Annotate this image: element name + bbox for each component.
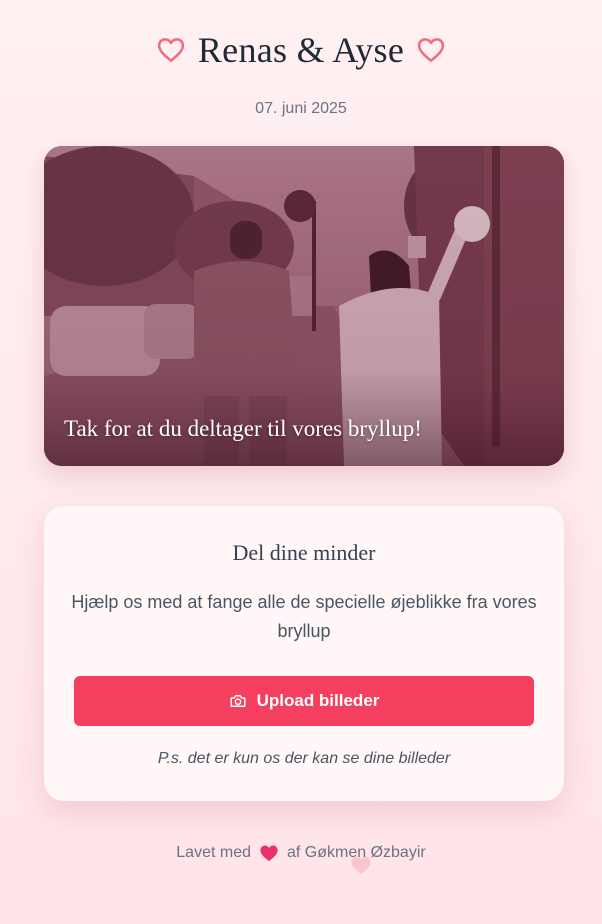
- hero-caption: Tak for at du deltager til vores bryllup…: [64, 416, 422, 441]
- floating-heart-icon: [350, 855, 372, 875]
- footer-prefix: Lavet med: [176, 844, 251, 861]
- hero-photo: Tak for at du deltager til vores bryllup…: [44, 146, 564, 466]
- privacy-note: P.s. det er kun os der kan se dine bille…: [157, 750, 451, 767]
- upload-photos-button[interactable]: Upload billeder: [74, 676, 534, 726]
- camera-icon: [229, 692, 247, 710]
- wedding-date: 07. juni 2025: [255, 100, 347, 117]
- heart-icon: [259, 844, 279, 862]
- heart-outline-icon: [156, 35, 186, 65]
- card-description: Hjælp os med at fange alle de specielle …: [71, 592, 537, 641]
- header: Renas & Ayse 07. juni 2025: [0, 0, 602, 118]
- title-row: Renas & Ayse: [0, 28, 602, 72]
- footer: Lavet med af Gøkmen Øzbayir: [0, 844, 602, 862]
- page-title: Renas & Ayse: [197, 30, 405, 70]
- card-title: Del dine minder: [232, 540, 376, 565]
- share-memories-card: Del dine minder Hjælp os med at fange al…: [44, 506, 564, 801]
- heart-outline-icon: [416, 35, 446, 65]
- upload-button-label: Upload billeder: [256, 691, 380, 710]
